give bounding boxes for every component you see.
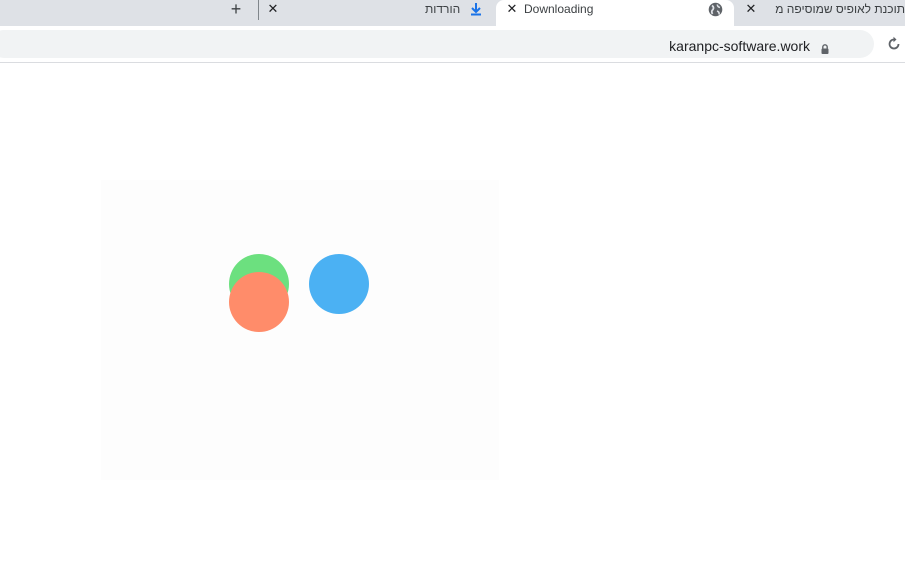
loader-dot-blue [309,254,369,314]
loader-panel [101,180,499,480]
tab-title: Downloading [524,2,594,16]
loader-dot-orange [229,272,289,332]
reload-icon[interactable] [885,35,903,53]
lock-icon[interactable] [820,41,830,54]
address-bar[interactable]: karanpc-software.work [0,30,874,58]
new-tab-button[interactable]: + [226,0,246,19]
url-text[interactable]: karanpc-software.work [669,38,810,54]
page-content [0,63,905,564]
download-icon [469,2,483,16]
tab-separator [258,0,259,20]
close-icon[interactable]: ✕ [265,1,281,17]
toolbar: karanpc-software.work [0,26,905,63]
tab-title: הורדות [425,2,461,16]
close-icon[interactable]: ✕ [743,1,759,17]
tab-downloading[interactable]: ✕ Downloading [496,0,734,26]
close-icon[interactable]: ✕ [504,1,520,17]
tab-downloads[interactable]: ✕ הורדות [262,0,494,26]
tab-hebrew-site[interactable]: ✕ תוכנת לאופיס שמוסיפה מ [736,0,905,26]
tab-title: תוכנת לאופיס שמוסיפה מ [775,2,905,16]
globe-icon [708,2,723,17]
tab-strip: + ✕ הורדות ✕ Downloading ✕ תוכנת לאופיס … [0,0,905,26]
